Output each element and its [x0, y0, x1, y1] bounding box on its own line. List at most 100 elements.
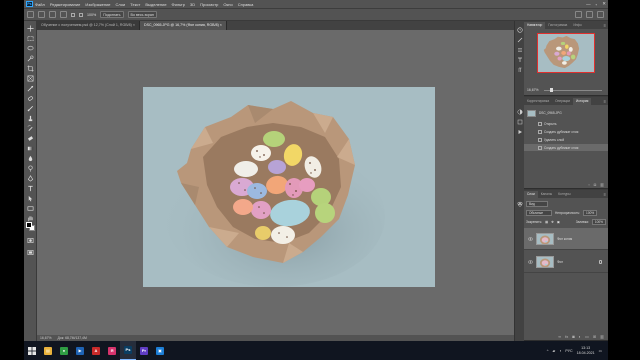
- menu-3d[interactable]: 3D: [190, 2, 195, 7]
- tab-document-2[interactable]: DSC_0965.JPG @ 16,7% (Фон копия, RGB/8) …: [139, 21, 227, 30]
- trash-icon[interactable]: ▥: [600, 334, 604, 339]
- notifications-icon[interactable]: ▭: [599, 349, 602, 353]
- canvas-workspace[interactable]: [37, 30, 514, 335]
- eraser-tool-icon[interactable]: [27, 135, 34, 142]
- layer-name[interactable]: Фон копия: [557, 237, 572, 241]
- taskbar-app-yandex-browser[interactable]: Я: [104, 341, 120, 360]
- panel-menu-icon[interactable]: ≡: [604, 191, 606, 198]
- tab-histogram[interactable]: Гистограмма: [545, 22, 570, 29]
- layer-item[interactable]: Фон копия: [524, 228, 608, 250]
- opacity-field[interactable]: 100%: [583, 209, 598, 216]
- layer-style-icon[interactable]: fx: [565, 334, 568, 339]
- navigator-zoom-slider-knob[interactable]: [550, 88, 553, 92]
- home-icon[interactable]: [27, 11, 34, 18]
- history-step-active[interactable]: Создать дубликат слоя: [524, 144, 608, 151]
- tab-layers[interactable]: Слои: [524, 191, 538, 198]
- quick-selection-tool-icon[interactable]: [27, 55, 34, 62]
- blend-mode-select[interactable]: Обычные: [526, 209, 552, 216]
- zoom-all-windows-checkbox[interactable]: [79, 12, 83, 17]
- clock[interactable]: 13:13 18.04.2021: [577, 346, 595, 355]
- navigator-zoom-value[interactable]: 16,67%: [527, 88, 539, 92]
- eyedropper-tool-icon[interactable]: [27, 85, 34, 92]
- paragraph-panel-icon[interactable]: [517, 67, 523, 73]
- taskbar-app-media-player[interactable]: ▶: [72, 341, 88, 360]
- lock-position-icon[interactable]: ✥: [551, 220, 554, 224]
- visibility-eye-icon[interactable]: [528, 260, 533, 264]
- panel-menu-icon[interactable]: ≡: [604, 98, 606, 105]
- layer-name[interactable]: Фон: [557, 260, 563, 264]
- new-layer-icon[interactable]: ⊞: [593, 334, 596, 339]
- resize-windows-checkbox[interactable]: [71, 12, 75, 17]
- tab-info[interactable]: Инфо: [570, 22, 584, 29]
- navigator-view-frame[interactable]: [537, 33, 595, 73]
- quick-mask-icon[interactable]: [27, 237, 34, 244]
- actions-panel-icon[interactable]: [517, 129, 523, 135]
- search-icon[interactable]: [575, 11, 582, 18]
- workspace-icon[interactable]: [586, 11, 593, 18]
- history-snapshot[interactable]: DSC_0965.JPG: [524, 108, 608, 118]
- taskbar-app-acrobat[interactable]: A: [88, 341, 104, 360]
- maximize-button[interactable]: ▫: [596, 2, 598, 7]
- pen-tool-icon[interactable]: [27, 175, 34, 182]
- adjustment-layer-icon[interactable]: ◐: [579, 334, 581, 339]
- language-indicator[interactable]: РУС: [565, 349, 572, 353]
- channels-panel-icon[interactable]: [517, 201, 523, 207]
- rectangle-tool-icon[interactable]: [27, 205, 34, 212]
- frame-tool-icon[interactable]: [27, 75, 34, 82]
- menu-type[interactable]: Текст: [130, 2, 140, 7]
- volume-icon[interactable]: ◖: [559, 349, 561, 353]
- move-tool-icon[interactable]: [27, 25, 34, 32]
- fill-screen-button[interactable]: Во весь экран: [127, 11, 157, 18]
- adjustments-panel-icon[interactable]: [517, 109, 523, 115]
- type-tool-icon[interactable]: [27, 185, 34, 192]
- zoom-tool-icon[interactable]: [38, 11, 45, 18]
- menu-window[interactable]: Окно: [223, 2, 232, 7]
- zoom-in-icon[interactable]: [49, 11, 56, 18]
- hand-tool-icon[interactable]: [27, 215, 34, 222]
- dodge-tool-icon[interactable]: [27, 165, 34, 172]
- network-icon[interactable]: ▰: [552, 349, 555, 353]
- brush-settings-icon[interactable]: [517, 37, 523, 43]
- libraries-panel-icon[interactable]: [517, 119, 523, 125]
- close-button[interactable]: ✕: [602, 1, 606, 7]
- menu-edit[interactable]: Редактирование: [50, 2, 80, 7]
- taskbar-app-photoshop[interactable]: Ps: [120, 341, 136, 360]
- path-selection-tool-icon[interactable]: [27, 195, 34, 202]
- clone-stamp-tool-icon[interactable]: [27, 115, 34, 122]
- tab-history[interactable]: История: [573, 98, 592, 105]
- lock-all-icon[interactable]: ▣: [557, 220, 560, 224]
- tab-channels[interactable]: Каналы: [538, 191, 555, 198]
- crop-tool-icon[interactable]: [27, 65, 34, 72]
- menu-help[interactable]: Справка: [238, 2, 254, 7]
- history-panel-icon[interactable]: [517, 27, 523, 33]
- blur-tool-icon[interactable]: [27, 155, 34, 162]
- tab-document-1[interactable]: Обучение с получением.psd @ 12,7% (Слой …: [37, 21, 140, 30]
- history-step[interactable]: Создать дубликат слоя: [524, 128, 608, 135]
- history-step[interactable]: Открыть: [524, 120, 608, 127]
- menu-layers[interactable]: Слои: [116, 2, 126, 7]
- history-step[interactable]: Удалить слой: [524, 136, 608, 143]
- healing-brush-tool-icon[interactable]: [27, 95, 34, 102]
- add-mask-icon[interactable]: ◙: [572, 334, 574, 339]
- menu-select[interactable]: Выделение: [145, 2, 166, 7]
- visibility-eye-icon[interactable]: [528, 237, 533, 241]
- link-layers-icon[interactable]: ∞: [558, 334, 561, 339]
- status-zoom[interactable]: 16,67%: [40, 336, 52, 340]
- brush-tool-icon[interactable]: [27, 105, 34, 112]
- new-document-from-state-icon[interactable]: ▫: [588, 182, 589, 187]
- menu-image[interactable]: Изображение: [85, 2, 110, 7]
- taskbar-app-windows-app[interactable]: ▣: [152, 341, 168, 360]
- lasso-tool-icon[interactable]: [27, 45, 34, 52]
- group-icon[interactable]: ▭: [585, 334, 589, 339]
- share-icon[interactable]: [597, 11, 604, 18]
- screen-mode-icon[interactable]: [27, 249, 34, 256]
- menu-file[interactable]: Файл: [35, 2, 45, 7]
- tab-actions[interactable]: Операции: [552, 98, 573, 105]
- tab-navigator[interactable]: Навигатор: [524, 22, 546, 29]
- layer-item[interactable]: Фон: [524, 251, 608, 273]
- zoom-out-icon[interactable]: [60, 11, 67, 18]
- history-brush-tool-icon[interactable]: [27, 125, 34, 132]
- minimize-button[interactable]: —: [586, 2, 591, 7]
- fit-screen-button[interactable]: Подогнать: [100, 11, 124, 18]
- panel-menu-icon[interactable]: ≡: [604, 22, 606, 29]
